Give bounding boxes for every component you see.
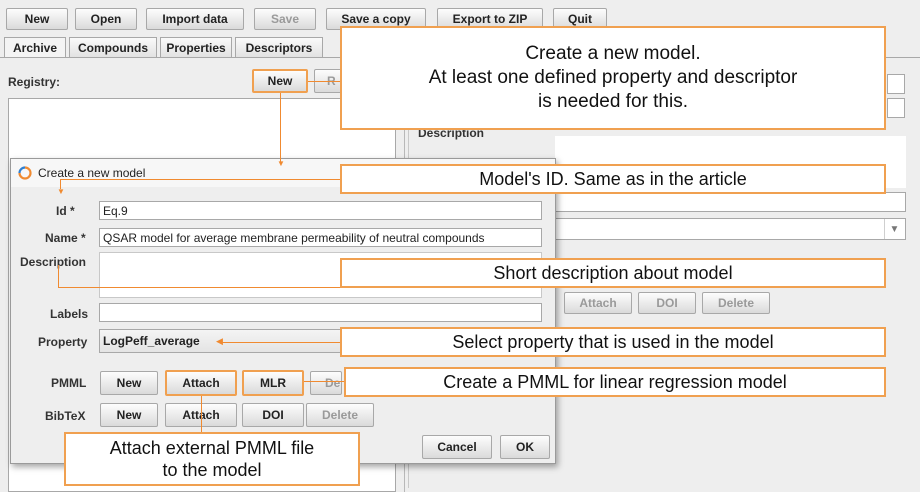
detail-property-dropdown[interactable] <box>555 218 906 240</box>
connector-create-callout <box>308 81 340 82</box>
arrow-head-property: ◀ <box>216 336 223 346</box>
pmml-mlr-button[interactable]: MLR <box>242 370 304 396</box>
chevron-down-icon[interactable]: ▼ <box>884 219 904 239</box>
detail-labels-field[interactable] <box>555 192 906 212</box>
name-label: Name * <box>45 231 86 245</box>
description-label: Description <box>20 255 87 269</box>
registry-label: Registry: <box>8 75 61 89</box>
import-data-button[interactable]: Import data <box>146 8 244 30</box>
connector-desc-callout <box>58 287 340 288</box>
pmml-delete-button[interactable]: De <box>310 371 342 395</box>
tab-compounds[interactable]: Compounds <box>69 37 157 57</box>
detail-delete-button[interactable]: Delete <box>702 292 770 314</box>
property-label: Property <box>38 335 88 349</box>
connector-desc-down <box>58 265 59 287</box>
connector-registry-new <box>280 93 281 163</box>
arrow-head-registry: ▼ <box>277 159 285 168</box>
connector-mlr-callout <box>304 381 344 382</box>
connector-property-callout <box>222 342 340 343</box>
cancel-button[interactable]: Cancel <box>422 435 492 459</box>
callout-create-model: Create a new model. At least one defined… <box>340 26 886 130</box>
new-button[interactable]: New <box>6 8 68 30</box>
callout-select-property: Select property that is used in the mode… <box>340 327 886 357</box>
detail-doi-button[interactable]: DOI <box>638 292 696 314</box>
callout-create-model-line2: At least one defined property and descri… <box>428 67 798 89</box>
pmml-attach-button[interactable]: Attach <box>165 370 237 396</box>
open-button[interactable]: Open <box>75 8 137 30</box>
callout-create-model-line3: is needed for this. <box>538 90 688 112</box>
bibtex-label: BibTeX <box>45 409 86 423</box>
bibtex-delete-button[interactable]: Delete <box>306 403 374 427</box>
connector-attach-callout <box>201 396 202 434</box>
detail-field-2[interactable] <box>887 98 905 118</box>
callout-create-pmml: Create a PMML for linear regression mode… <box>344 367 886 397</box>
dialog-title: Create a new model <box>38 166 146 180</box>
callout-short-description: Short description about model <box>340 258 886 288</box>
pmml-label: PMML <box>51 376 87 390</box>
save-button[interactable]: Save <box>254 8 316 30</box>
callout-model-id: Model's ID. Same as in the article <box>340 164 886 194</box>
id-field[interactable] <box>99 201 542 220</box>
tab-descriptors[interactable]: Descriptors <box>235 37 323 57</box>
id-label: Id * <box>56 204 75 218</box>
callout-attach-pmml-line1: Attach external PMML file <box>109 437 315 458</box>
tab-properties[interactable]: Properties <box>160 37 232 57</box>
connector-id-callout <box>60 179 340 180</box>
bibtex-new-button[interactable]: New <box>100 403 158 427</box>
pmml-new-button[interactable]: New <box>100 371 158 395</box>
callout-attach-pmml: Attach external PMML file to the model <box>64 432 360 486</box>
property-value: LogPeff_average <box>103 334 200 348</box>
detail-field-1[interactable] <box>887 74 905 94</box>
registry-new-button[interactable]: New <box>252 69 308 93</box>
ok-button[interactable]: OK <box>500 435 550 459</box>
tab-archive[interactable]: Archive <box>4 37 66 57</box>
labels-label: Labels <box>50 307 89 321</box>
detail-attach-button[interactable]: Attach <box>564 292 632 314</box>
labels-field[interactable] <box>99 303 542 322</box>
app-logo-icon <box>18 166 32 180</box>
arrow-head-id: ▼ <box>57 187 65 196</box>
callout-create-model-line1: Create a new model. <box>525 43 701 65</box>
name-field[interactable] <box>99 228 542 247</box>
bibtex-doi-button[interactable]: DOI <box>242 403 304 427</box>
callout-attach-pmml-line2: to the model <box>162 460 262 480</box>
